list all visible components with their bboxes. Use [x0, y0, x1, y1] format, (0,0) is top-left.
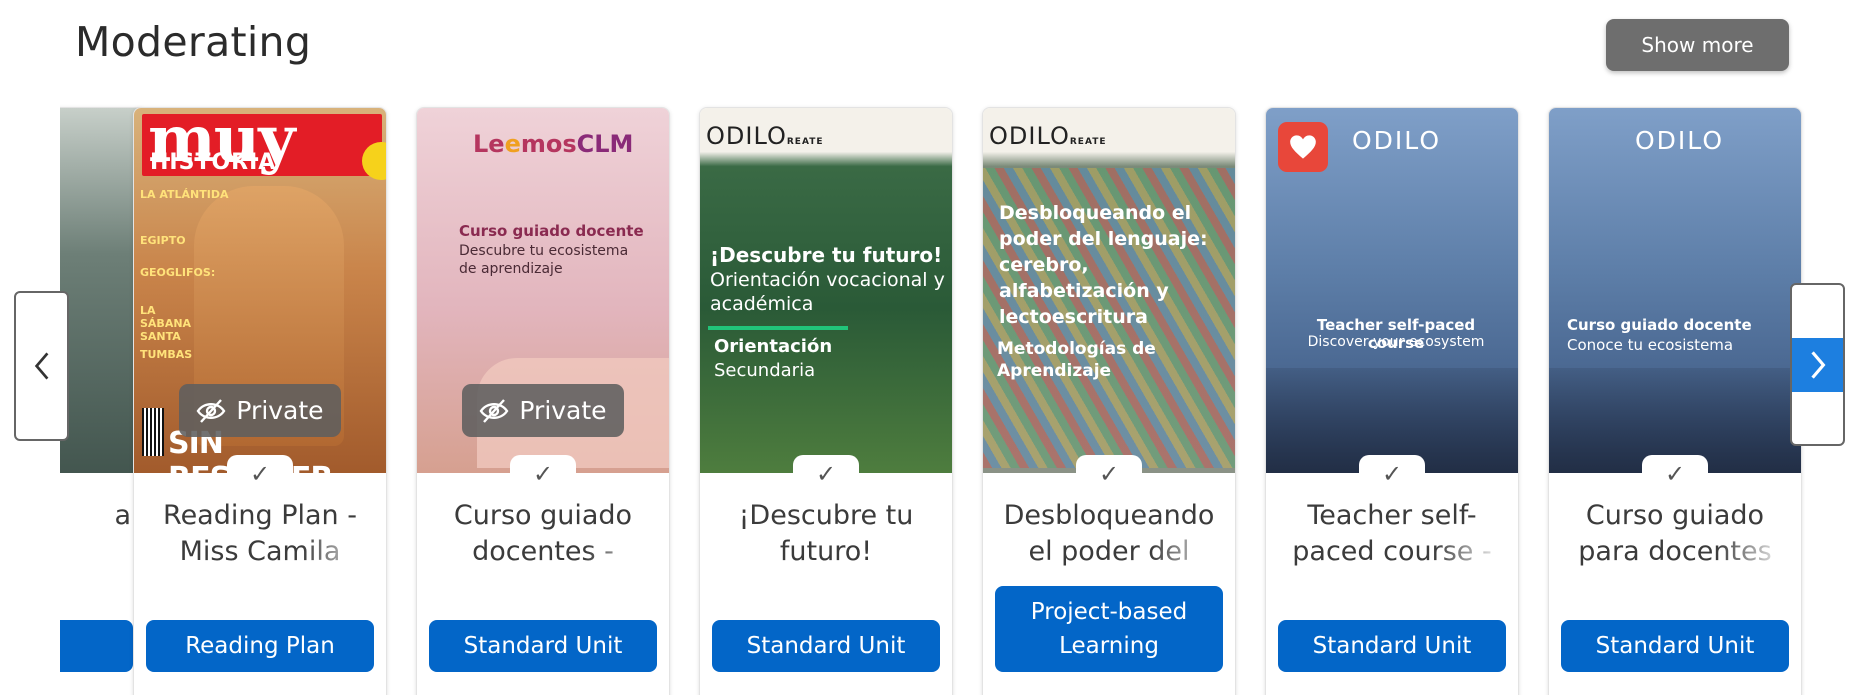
cover-text: Descubre tu ecosistema de aprendizaje — [459, 243, 629, 277]
cover-text: Curso guiado docente — [459, 222, 644, 240]
card-title: Desbloqueando el poder del — [997, 498, 1221, 573]
barcode — [142, 408, 164, 456]
cover-text: Conoce tu ecosistema — [1567, 336, 1734, 354]
carousel-card[interactable]: LeemosCLM Curso guiado docente Descubre … — [416, 107, 670, 695]
private-label: Private — [519, 396, 607, 425]
leemos-logo: LeemosCLM — [473, 130, 634, 158]
card-cover: ODILOREATE Desbloqueando el poder del le… — [983, 108, 1235, 473]
next-highlight — [1792, 337, 1843, 392]
carousel-card[interactable]: ODILOREATE ¡Descubre tu futuro! Orientac… — [699, 107, 953, 695]
card-type-button[interactable]: Standard Unit — [429, 620, 657, 672]
cover-text: Secundaria — [714, 360, 816, 381]
carousel: ✓ a muy HISTORIA LA ATLÁNTIDA EGIPTO GEO… — [60, 104, 1805, 695]
show-more-button[interactable]: Show more — [1606, 19, 1789, 71]
heart-icon — [1290, 135, 1316, 159]
cover-text: HISTORIA — [150, 150, 277, 175]
odilo-logo: ODILOREATE — [706, 122, 824, 150]
odilo-logo: ODILOREATE — [989, 122, 1107, 150]
private-badge: Private — [179, 384, 341, 437]
cover-text: Orientación — [714, 336, 833, 357]
card-cover: ODILO Curso guiado docente Conoce tu eco… — [1549, 108, 1801, 473]
card-title: ¡Descubre tu futuro! — [714, 498, 938, 573]
carousel-card[interactable]: ODILO Teacher self-paced course Discover… — [1265, 107, 1519, 695]
cover-text: Orientación vocacional y académica — [710, 269, 945, 315]
eye-slash-icon — [479, 398, 509, 423]
carousel-card[interactable]: muy HISTORIA LA ATLÁNTIDA EGIPTO GEOGLIF… — [133, 107, 387, 695]
card-type-button[interactable]: Standard Unit — [1561, 620, 1789, 672]
favorite-button[interactable] — [1278, 122, 1328, 172]
cover-text: LA ATLÁNTIDA — [140, 188, 229, 201]
carousel-card[interactable]: ODILO Curso guiado docente Conoce tu eco… — [1548, 107, 1802, 695]
cover-text: Metodologías de Aprendizaje — [997, 339, 1156, 381]
cover-text: Curso guiado docente — [1567, 316, 1752, 334]
check-icon[interactable]: ✓ — [510, 455, 576, 493]
cover-text: LA SÁBANA SANTA — [140, 304, 192, 343]
cover-text: TUMBAS — [140, 348, 193, 361]
card-type-button[interactable] — [60, 620, 133, 672]
check-icon[interactable]: ✓ — [227, 455, 293, 493]
card-title: a — [60, 498, 131, 573]
cover-text: EGIPTO — [140, 234, 186, 247]
cover-text: Desbloqueando el poder del lenguaje: cer… — [999, 202, 1208, 328]
card-cover: ODILO Teacher self-paced course Discover… — [1266, 108, 1518, 473]
card-type-button[interactable]: Reading Plan — [146, 620, 374, 672]
card-type-button[interactable]: Standard Unit — [1278, 620, 1506, 672]
carousel-card[interactable]: ODILOREATE Desbloqueando el poder del le… — [982, 107, 1236, 695]
chevron-right-icon — [1810, 350, 1825, 379]
odilo-logo: ODILO — [1352, 126, 1442, 155]
card-type-button[interactable]: Project-based Learning — [995, 586, 1223, 672]
cover-text: GEOGLIFOS: — [140, 266, 216, 279]
card-title: Curso guiado para docentes — [1563, 498, 1787, 573]
card-title: Curso guiado docentes - — [431, 498, 655, 573]
carousel-prev-button[interactable] — [14, 291, 69, 441]
cover-text: ¡Descubre tu futuro! — [710, 243, 943, 267]
chevron-left-icon — [34, 352, 48, 380]
cover-underline — [708, 326, 848, 330]
card-cover: ODILOREATE ¡Descubre tu futuro! Orientac… — [700, 108, 952, 473]
cover-text: Discover your ecosystem — [1307, 334, 1485, 350]
card-type-button[interactable]: Standard Unit — [712, 620, 940, 672]
private-label: Private — [236, 396, 324, 425]
check-icon[interactable]: ✓ — [1642, 455, 1708, 493]
check-icon[interactable]: ✓ — [1359, 455, 1425, 493]
check-icon[interactable]: ✓ — [1076, 455, 1142, 493]
carousel-next-button[interactable] — [1790, 283, 1845, 446]
card-title: Teacher self-paced course - — [1280, 498, 1504, 573]
check-icon[interactable]: ✓ — [793, 455, 859, 493]
eye-slash-icon — [196, 398, 226, 423]
card-title: Reading Plan - Miss Camila — [148, 498, 372, 573]
odilo-logo: ODILO — [1635, 126, 1725, 155]
section-title: Moderating — [75, 18, 312, 66]
private-badge: Private — [462, 384, 624, 437]
